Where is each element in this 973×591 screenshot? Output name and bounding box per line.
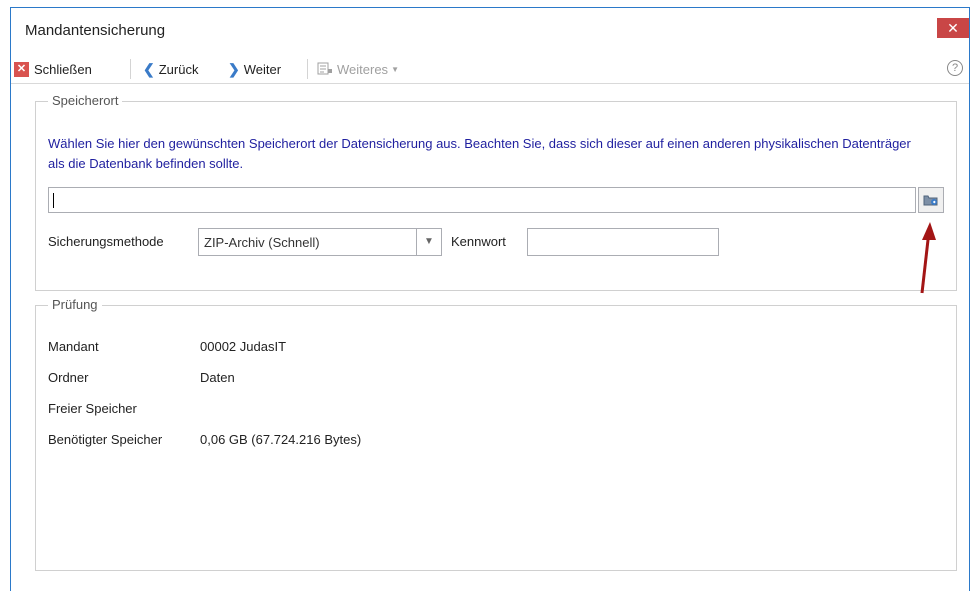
toolbar: ✕ Schließen ❮ Zurück ❯ Weiter Weiteres ▼… — [11, 55, 969, 84]
more-menu-button[interactable]: Weiteres ▼ — [317, 59, 399, 79]
more-label: Weiteres — [337, 61, 389, 77]
folder-value: Daten — [200, 370, 235, 385]
storage-info-text: Wählen Sie hier den gewünschten Speicher… — [48, 136, 911, 171]
password-input[interactable] — [527, 228, 719, 256]
text-cursor — [53, 193, 54, 208]
storage-path-input[interactable] — [48, 187, 916, 213]
back-button[interactable]: ❮ Zurück — [143, 59, 198, 79]
close-label: Schließen — [34, 61, 92, 77]
required-space-label: Benötigter Speicher — [48, 432, 163, 447]
client-value: 00002 JudasIT — [200, 339, 287, 354]
free-space-label: Freier Speicher — [48, 401, 137, 416]
help-icon[interactable]: ? — [947, 60, 963, 76]
required-space-value: 0,06 GB (67.724.216 Bytes) — [200, 432, 362, 447]
method-label: Sicherungsmethode — [48, 234, 164, 249]
next-button[interactable]: ❯ Weiter — [228, 59, 281, 79]
chevron-left-icon: ❮ — [143, 60, 155, 77]
document-list-icon — [317, 62, 332, 75]
chevron-right-icon: ❯ — [228, 60, 240, 77]
title-bar: Mandantensicherung ✕ — [11, 8, 969, 54]
method-select-value: ZIP-Archiv (Schnell) — [204, 235, 320, 250]
toolbar-divider — [307, 59, 308, 79]
caret-down-icon: ▼ — [391, 64, 399, 74]
dialog-window: Mandantensicherung ✕ ✕ Schließen ❮ Zurüc… — [10, 7, 970, 591]
window-title: Mandantensicherung — [25, 22, 166, 39]
next-label: Weiter — [243, 61, 282, 77]
storage-group: Speicherort Wählen Sie hier den gewünsch… — [35, 93, 957, 291]
client-label: Mandant — [48, 339, 99, 354]
password-label: Kennwort — [451, 234, 506, 249]
close-button[interactable]: ✕ Schließen — [14, 59, 92, 79]
chevron-down-icon[interactable]: ▼ — [416, 229, 441, 255]
check-legend: Prüfung — [48, 297, 102, 312]
check-group: Prüfung Mandant 00002 JudasIT Ordner Dat… — [35, 297, 957, 571]
close-icon: ✕ — [14, 61, 29, 77]
method-select[interactable]: ZIP-Archiv (Schnell) ▼ — [198, 228, 442, 256]
folder-label: Ordner — [48, 370, 89, 385]
back-label: Zurück — [158, 61, 199, 77]
storage-legend: Speicherort — [48, 93, 123, 108]
folder-icon — [923, 195, 938, 206]
window-close-button[interactable]: ✕ — [937, 18, 969, 38]
toolbar-divider — [130, 59, 131, 79]
browse-folder-button[interactable] — [918, 187, 944, 213]
